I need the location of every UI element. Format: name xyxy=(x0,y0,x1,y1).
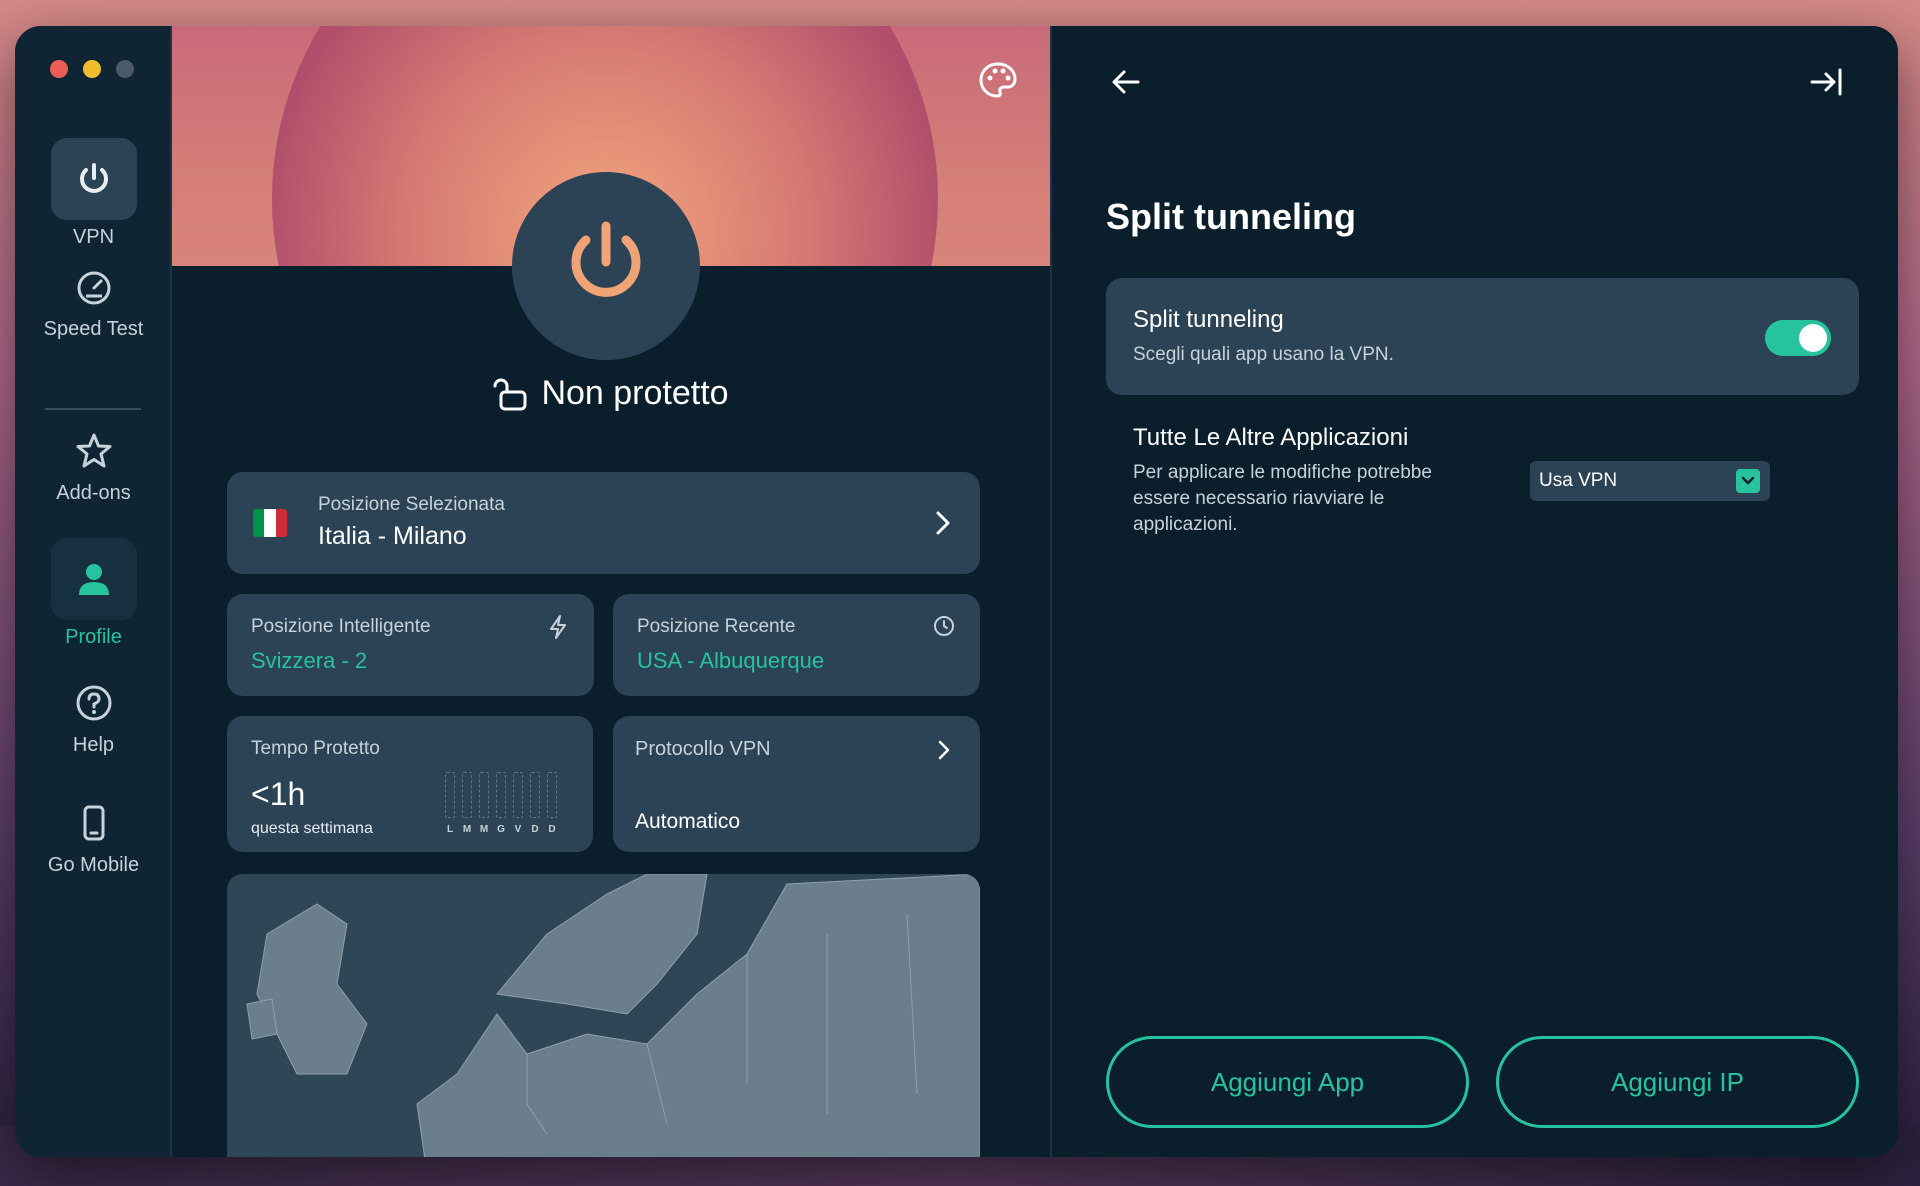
other-apps-title: Tutte Le Altre Applicazioni xyxy=(1133,424,1409,451)
day-bar: D xyxy=(530,772,540,835)
day-bar: L xyxy=(445,772,455,835)
vpn-protocol-value: Automatico xyxy=(635,810,741,833)
day-bar: D xyxy=(547,772,557,835)
split-tunneling-card: Split tunneling Scegli quali app usano l… xyxy=(1106,278,1859,395)
time-protected-value: <1h xyxy=(251,776,306,812)
sidebar-item-label: Help xyxy=(72,734,115,756)
day-bar: M xyxy=(479,772,489,835)
minimize-window-button[interactable] xyxy=(83,60,101,78)
phone-icon xyxy=(83,805,104,841)
main-panel: Non protetto Posizione Selezionata Itali… xyxy=(172,26,1050,1157)
recent-location-card[interactable]: Posizione Recente USA - Albuquerque xyxy=(613,594,980,696)
back-button[interactable] xyxy=(1108,66,1144,103)
recent-location-value: USA - Albuquerque xyxy=(637,648,825,673)
app-window: VPN Speed Test Add-ons Profile Help Go M… xyxy=(15,26,1898,1157)
sidebar-item-go-mobile[interactable]: Go Mobile xyxy=(15,798,172,877)
status-text: Non protetto xyxy=(541,374,729,412)
arrow-left-icon xyxy=(1112,70,1140,94)
chevron-right-icon xyxy=(936,511,950,535)
day-bar: V xyxy=(513,772,523,835)
add-app-button[interactable]: Aggiungi App xyxy=(1106,1036,1469,1128)
latency-label: 28ms xyxy=(465,1156,514,1157)
vpn-protocol-card[interactable]: Protocollo VPN Automatico xyxy=(613,716,980,852)
unlocked-icon xyxy=(493,378,527,410)
sidebar-item-help[interactable]: Help xyxy=(15,678,172,757)
zoom-window-button[interactable] xyxy=(116,60,134,78)
close-window-button[interactable] xyxy=(50,60,68,78)
sidebar-item-speed-test[interactable]: Speed Test xyxy=(15,262,172,341)
power-icon xyxy=(79,163,108,193)
split-tunneling-subtitle: Scegli quali app usano la VPN. xyxy=(1133,344,1394,365)
recent-location-caption: Posizione Recente xyxy=(637,616,796,637)
other-apps-select-value: Usa VPN xyxy=(1539,470,1618,491)
sidebar-item-label: Speed Test xyxy=(43,318,144,340)
help-icon xyxy=(76,685,111,721)
clock-icon xyxy=(934,616,954,636)
lightning-icon xyxy=(550,615,566,639)
sidebar-item-label: VPN xyxy=(72,226,115,248)
server-map[interactable]: 28ms xyxy=(227,874,980,1157)
other-apps-select[interactable]: Usa VPN xyxy=(1530,461,1770,501)
add-ip-button[interactable]: Aggiungi IP xyxy=(1496,1036,1859,1128)
split-tunneling-panel: Split tunneling Split tunneling Scegli q… xyxy=(1050,26,1898,1157)
chevron-right-icon xyxy=(938,740,950,760)
power-icon xyxy=(571,221,641,297)
user-icon xyxy=(78,564,109,595)
split-tunneling-toggle[interactable] xyxy=(1765,320,1831,356)
other-apps-description: Per applicare le modifiche potrebbe esse… xyxy=(1133,462,1432,535)
vpn-protocol-caption: Protocollo VPN xyxy=(635,738,771,760)
smart-location-card[interactable]: Posizione Intelligente Svizzera - 2 xyxy=(227,594,594,696)
palette-icon xyxy=(979,62,1017,98)
smart-location-value: Svizzera - 2 xyxy=(251,648,368,673)
page-title: Split tunneling xyxy=(1106,196,1356,237)
sidebar-item-label: Go Mobile xyxy=(47,854,140,876)
chevron-down-icon xyxy=(1736,469,1760,493)
star-icon xyxy=(76,433,111,468)
sidebar-item-add-ons[interactable]: Add-ons xyxy=(15,426,172,505)
time-protected-period: questa settimana xyxy=(251,820,373,837)
time-protected-card: Tempo Protetto <1h questa settimana L M … xyxy=(227,716,593,852)
sidebar-divider xyxy=(45,408,141,410)
window-controls xyxy=(50,60,134,78)
selected-location-card[interactable]: Posizione Selezionata Italia - Milano xyxy=(227,472,980,574)
selected-location-caption: Posizione Selezionata xyxy=(318,494,505,515)
collapse-right-icon xyxy=(1810,68,1842,96)
split-tunneling-title: Split tunneling xyxy=(1133,306,1284,333)
time-protected-caption: Tempo Protetto xyxy=(251,738,380,759)
theme-button[interactable] xyxy=(976,58,1020,102)
sidebar-item-profile[interactable]: Profile xyxy=(15,538,172,649)
weekly-bars: L M M G V D D xyxy=(445,772,557,835)
toggle-knob xyxy=(1799,324,1827,352)
connect-button[interactable] xyxy=(512,172,700,360)
day-bar: M xyxy=(462,772,472,835)
sidebar-item-label: Add-ons xyxy=(56,482,131,504)
smart-location-caption: Posizione Intelligente xyxy=(251,616,431,637)
speedometer-icon xyxy=(77,271,110,305)
connection-status: Non protetto xyxy=(172,374,1050,413)
sidebar-item-vpn[interactable]: VPN xyxy=(15,138,172,249)
day-bar: G xyxy=(496,772,506,835)
selected-location-value: Italia - Milano xyxy=(318,522,467,550)
collapse-panel-button[interactable] xyxy=(1808,66,1844,103)
europe-map-illustration xyxy=(227,874,980,1157)
sidebar: VPN Speed Test Add-ons Profile Help Go M… xyxy=(15,26,172,1157)
sidebar-item-label: Profile xyxy=(65,626,122,648)
italy-flag-icon xyxy=(253,509,287,537)
